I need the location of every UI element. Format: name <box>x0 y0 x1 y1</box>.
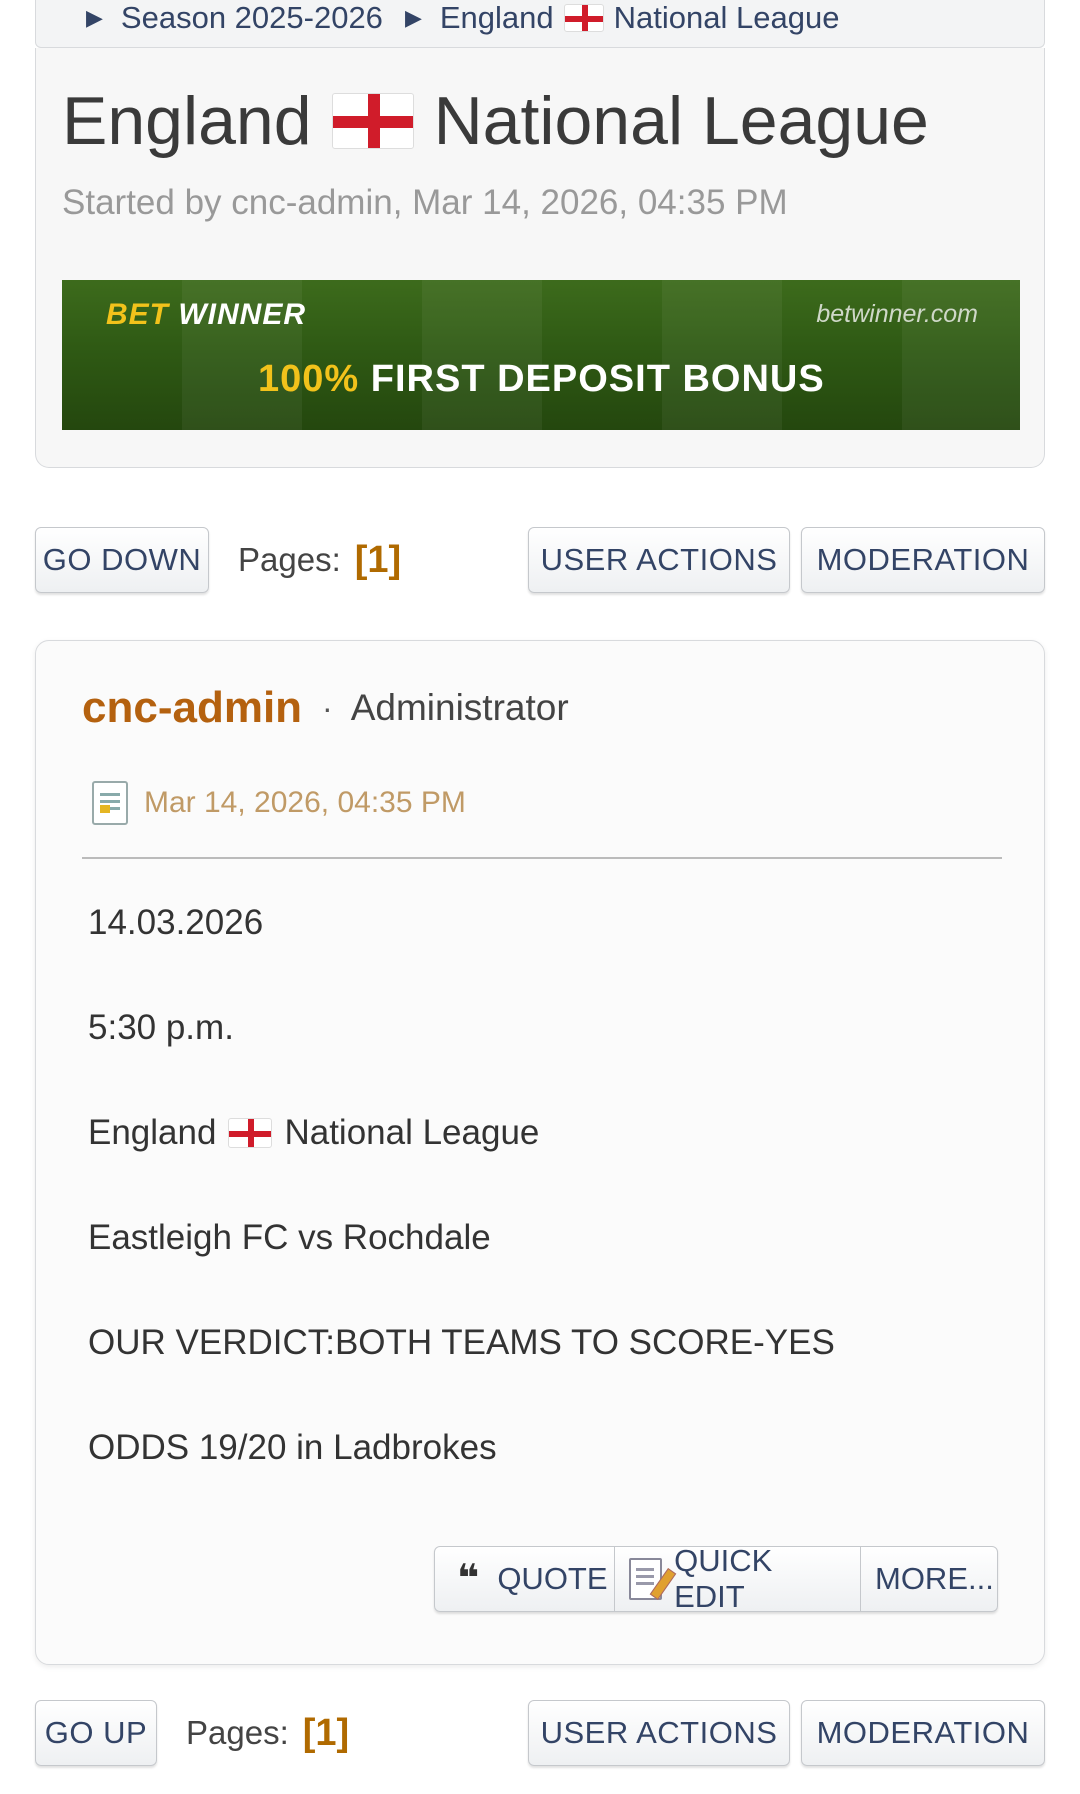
pitch-stripe <box>422 280 542 430</box>
betwinner-banner-ad[interactable]: BET WINNER betwinner.com 100% FIRST DEPO… <box>62 280 1020 430</box>
page-title: England National League <box>62 82 929 160</box>
post-line-match: Eastleigh FC vs Rochdale <box>88 1218 491 1257</box>
go-down-button[interactable]: GO DOWN <box>35 527 209 593</box>
current-page-link[interactable]: [1] <box>303 1712 349 1755</box>
banner-promo: 100% FIRST DEPOSIT BONUS <box>258 358 825 401</box>
pages-label: Pages: <box>238 541 341 578</box>
promo-text: FIRST DEPOSIT BONUS <box>370 358 825 400</box>
document-icon <box>92 781 128 825</box>
league-prefix: England <box>88 1113 217 1152</box>
divider <box>82 857 1002 859</box>
separator-dot: · <box>322 689 333 726</box>
banner-brand-logo: BET WINNER <box>106 298 306 332</box>
breadcrumb-arrow-icon: ▶ <box>86 4 103 30</box>
quote-button[interactable]: ❝ QUOTE <box>435 1547 615 1611</box>
user-actions-button[interactable]: USER ACTIONS <box>528 1700 790 1766</box>
banner-url: betwinner.com <box>816 300 978 328</box>
post-card: cnc-admin · Administrator Mar 14, 2026, … <box>35 640 1045 1665</box>
league-suffix: National League <box>284 1113 540 1152</box>
more-button[interactable]: MORE... <box>861 1547 997 1611</box>
breadcrumb-league-prefix: England <box>439 0 554 35</box>
england-flag-icon <box>228 1118 273 1148</box>
post-line-time: 5:30 p.m. <box>88 1008 234 1047</box>
england-flag-icon <box>331 93 414 149</box>
breadcrumb-item-league[interactable]: England National League <box>440 0 840 36</box>
go-up-button[interactable]: GO UP <box>35 1700 157 1766</box>
quick-edit-label: QUICK EDIT <box>674 1543 773 1614</box>
post-date: Mar 14, 2026, 04:35 PM <box>92 781 466 825</box>
quick-edit-button[interactable]: QUICK EDIT <box>615 1543 861 1614</box>
user-actions-button[interactable]: USER ACTIONS <box>528 527 790 593</box>
post-line-league: England National League <box>88 1113 539 1153</box>
topic-page: ▶ Season 2025-2026 ▶ England National Le… <box>0 0 1080 1794</box>
edit-document-icon <box>629 1558 663 1600</box>
quote-label: QUOTE <box>497 1561 608 1596</box>
current-page-link[interactable]: [1] <box>355 539 401 582</box>
post-date-link[interactable]: Mar 14, 2026, 04:35 PM <box>144 786 466 820</box>
brand-winner: WINNER <box>178 298 306 331</box>
moderation-button[interactable]: MODERATION <box>801 1700 1045 1766</box>
topic-started-by: Started by cnc-admin, Mar 14, 2026, 04:3… <box>62 183 788 222</box>
poster-name-link[interactable]: cnc-admin <box>82 683 302 733</box>
pagination-bottom: Pages: [1] <box>186 1705 349 1761</box>
post-line-verdict: OUR VERDICT:BOTH TEAMS TO SCORE-YES <box>88 1323 835 1362</box>
brand-bet: BET <box>106 298 169 331</box>
quote-icon: ❝ <box>457 1558 480 1600</box>
poster-info: cnc-admin · Administrator <box>82 683 569 733</box>
england-flag-icon <box>563 3 604 32</box>
pagination-top: Pages: [1] <box>238 532 401 588</box>
breadcrumb-item-season[interactable]: Season 2025-2026 <box>121 0 383 36</box>
title-prefix: England <box>62 83 312 159</box>
post-line-odds: ODDS 19/20 in Ladbrokes <box>88 1428 497 1467</box>
title-suffix: National League <box>433 83 929 159</box>
breadcrumb-arrow-icon: ▶ <box>404 4 422 30</box>
breadcrumb-league-suffix: National League <box>613 0 840 35</box>
pitch-stripe <box>662 280 782 430</box>
poster-role: Administrator <box>350 687 569 728</box>
promo-percent: 100% <box>258 358 360 400</box>
breadcrumb: ▶ Season 2025-2026 ▶ England National Le… <box>35 0 1045 48</box>
moderation-button[interactable]: MODERATION <box>801 527 1045 593</box>
topic-header: England National League Started by cnc-a… <box>35 48 1045 468</box>
more-label: MORE... <box>875 1561 994 1596</box>
pages-label: Pages: <box>186 1714 289 1751</box>
post-action-bar: ❝ QUOTE QUICK EDIT MORE... <box>434 1543 998 1614</box>
post-line-date: 14.03.2026 <box>88 903 264 942</box>
